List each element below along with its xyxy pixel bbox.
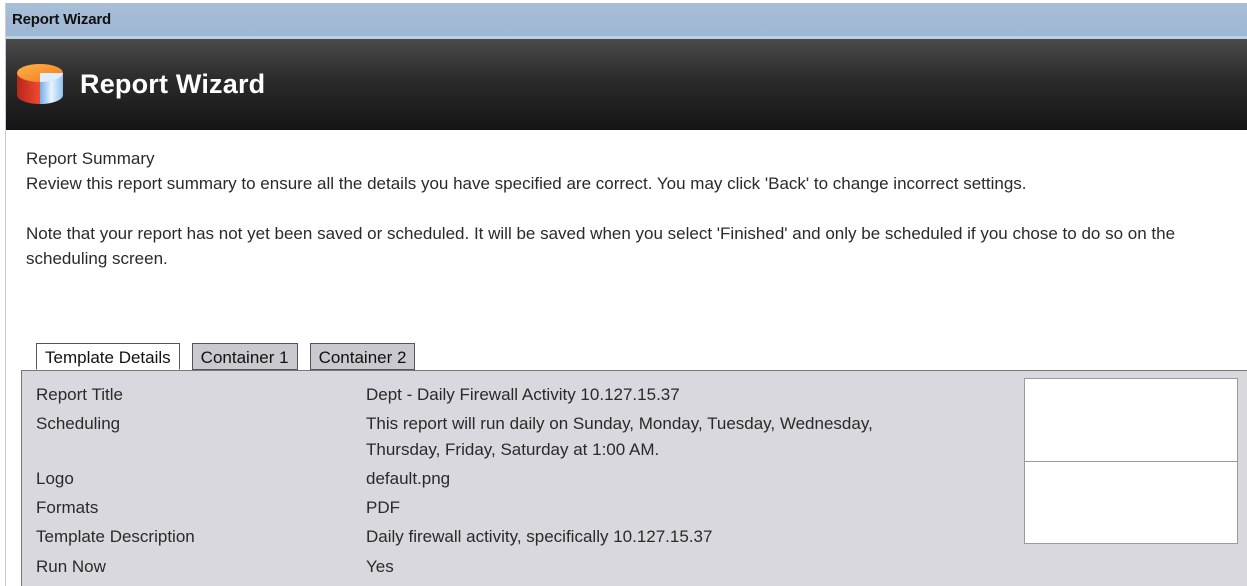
window-titlebar: Report Wizard bbox=[6, 3, 1247, 39]
tab-container-2[interactable]: Container 2 bbox=[309, 343, 416, 370]
report-title-value: Dept - Daily Firewall Activity 10.127.15… bbox=[366, 385, 680, 404]
tab-template-details[interactable]: Template Details bbox=[36, 343, 180, 370]
scheduling-label: Scheduling bbox=[36, 414, 121, 433]
formats-label: Formats bbox=[36, 498, 99, 517]
summary-heading: Report Summary bbox=[26, 149, 155, 168]
logo-value: default.png bbox=[366, 469, 451, 488]
logo-label: Logo bbox=[36, 469, 74, 488]
template-details-panel: Report Title Dept - Daily Firewall Activ… bbox=[21, 370, 1247, 586]
logo-preview-box-top bbox=[1024, 378, 1238, 462]
summary-section: Report Summary Review this report summar… bbox=[6, 130, 1247, 271]
banner-title: Report Wizard bbox=[80, 69, 266, 99]
window-title: Report Wizard bbox=[12, 11, 111, 28]
tab-container-1[interactable]: Container 1 bbox=[191, 343, 298, 370]
scheduling-value-line1: This report will run daily on Sunday, Mo… bbox=[366, 414, 873, 433]
wizard-banner: Report Wizard bbox=[6, 39, 1247, 130]
report-cylinder-icon bbox=[17, 63, 63, 104]
run-now-label: Run Now bbox=[36, 557, 106, 576]
report-title-label: Report Title bbox=[36, 385, 123, 404]
template-description-value: Daily firewall activity, specifically 10… bbox=[366, 527, 713, 546]
summary-review-text: Review this report summary to ensure all… bbox=[26, 174, 1027, 193]
scheduling-value-line2: Thursday, Friday, Saturday at 1:00 AM. bbox=[366, 440, 660, 459]
logo-preview-box-bottom bbox=[1024, 461, 1238, 544]
summary-note-text: Note that your report has not yet been s… bbox=[26, 224, 1176, 268]
tab-bar: Template Details Container 1 Container 2 bbox=[36, 343, 416, 370]
template-description-label: Template Description bbox=[36, 527, 195, 546]
run-now-value: Yes bbox=[366, 557, 394, 576]
formats-value: PDF bbox=[366, 498, 400, 517]
